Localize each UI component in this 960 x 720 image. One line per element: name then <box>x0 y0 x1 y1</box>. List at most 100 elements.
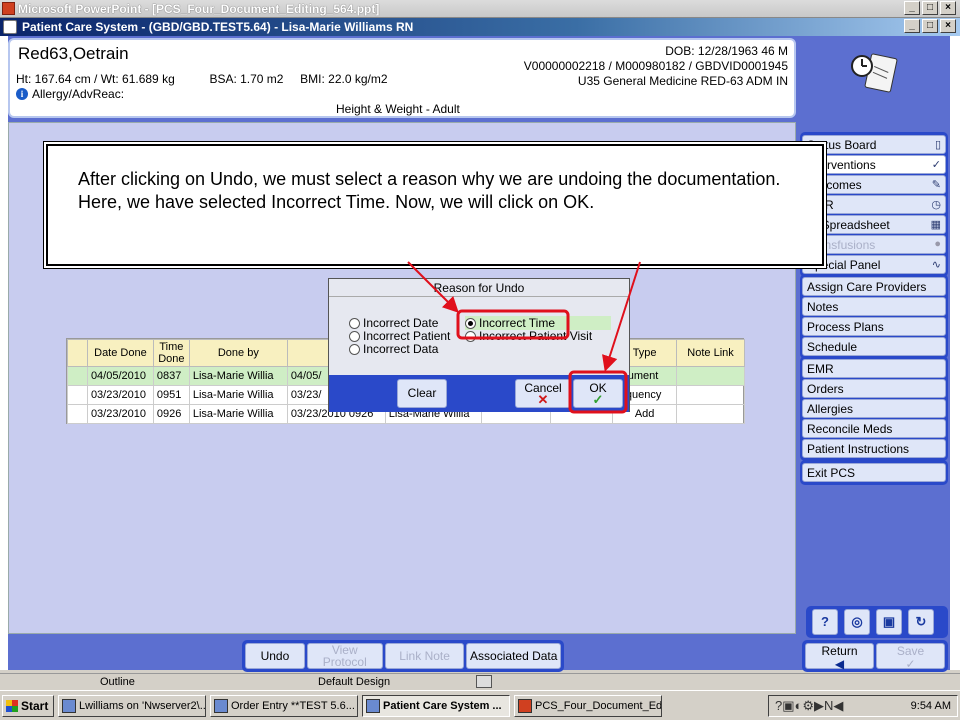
radio-incorrect-patient-visit[interactable]: Incorrect Patient Visit <box>465 329 592 343</box>
dialog-title: Reason for Undo <box>329 279 629 297</box>
search-globe-icon[interactable]: ◎ <box>844 609 870 635</box>
clear-button[interactable]: Clear <box>397 379 447 408</box>
taskbar-label: PCS_Four_Document_Ed... <box>535 700 662 712</box>
patient-identifiers: DOB: 12/28/1963 46 M V00000002218 / M000… <box>524 44 788 89</box>
taskbar-item[interactable]: PCS_Four_Document_Ed... <box>514 695 662 717</box>
navigation-bar: Return ◀ Save ✓ <box>802 640 948 672</box>
cell: 0926 <box>152 404 190 424</box>
reason-for-undo-dialog: Reason for Undo Incorrect Date Incorrect… <box>328 278 630 412</box>
radio-circle[interactable] <box>349 343 360 355</box>
taskbar-label: Patient Care System ... <box>383 700 502 712</box>
taskbar-item[interactable]: Order Entry **TEST 5.6... <box>210 695 358 717</box>
minimize-button[interactable]: _ <box>904 19 920 33</box>
refresh-icon[interactable]: ↻ <box>908 609 934 635</box>
start-button[interactable]: Start <box>2 695 54 717</box>
sidebar-item-exit-pcs[interactable]: Exit PCS <box>802 463 946 482</box>
clock-clipboard-icon <box>851 53 898 93</box>
radio-label: Incorrect Patient Visit <box>479 329 593 343</box>
tray-icons[interactable]: ?▣◐⚙▶N◀ <box>775 696 843 716</box>
close-button[interactable]: × <box>940 19 956 33</box>
sidebar-item-orders[interactable]: Orders <box>802 379 946 398</box>
vitals-line: Ht: 167.64 cm / Wt: 61.689 kg BSA: 1.70 … <box>16 72 388 86</box>
arrow-left-icon: ◀ <box>834 657 845 671</box>
drop-icon: ● <box>934 238 941 250</box>
maximize-button[interactable]: □ <box>922 19 938 33</box>
order-entry-icon <box>214 699 228 713</box>
height-weight: Ht: 167.64 cm / Wt: 61.689 kg <box>16 72 175 86</box>
cell: 0951 <box>152 385 190 405</box>
return-button[interactable]: Return ◀ <box>805 643 874 671</box>
lock-icon[interactable]: ▣ <box>876 609 902 635</box>
section-title: Height & Weight - Adult <box>336 102 460 116</box>
cell: 03/23/2010 <box>86 404 154 424</box>
sidebar-item-schedule[interactable]: Schedule <box>802 337 946 356</box>
radio-circle-selected[interactable] <box>465 317 476 329</box>
windows-taskbar: Start Lwilliams on 'Nwserver2\... Order … <box>0 690 960 720</box>
radio-circle[interactable] <box>465 330 476 342</box>
sidebar-item-notes[interactable]: Notes <box>802 297 946 316</box>
save-button[interactable]: Save ✓ <box>876 643 945 671</box>
link-note-button[interactable]: Link Note <box>384 643 465 669</box>
sidebar-item-process-plans[interactable]: Process Plans <box>802 317 946 336</box>
sidebar-group-records: EMR Orders Allergies Reconcile Meds Pati… <box>800 356 948 461</box>
clock-icon: ◷ <box>931 199 941 211</box>
design-label: Default Design <box>318 676 391 688</box>
allergy-line[interactable]: i Allergy/AdvReac: <box>16 87 124 101</box>
cell: 04/05/2010 <box>86 366 154 386</box>
help-icon[interactable]: ? <box>812 609 838 635</box>
radio-label: Incorrect Patient <box>363 329 451 343</box>
app-icon <box>3 20 17 34</box>
col-header[interactable]: Done by <box>188 339 288 367</box>
right-margin <box>950 36 960 670</box>
cell: 03/23/2010 <box>86 385 154 405</box>
cell <box>676 404 745 424</box>
check-icon: ✓ <box>592 392 604 407</box>
taskbar-item-active[interactable]: Patient Care System ... <box>362 695 510 717</box>
tutorial-callout: After clicking on Undo, we must select a… <box>46 144 824 266</box>
app-title: Patient Care System - (GBD/GBD.TEST5.64)… <box>22 20 414 34</box>
bmi: BMI: 22.0 kg/m2 <box>300 72 388 86</box>
left-margin <box>0 36 8 670</box>
radio-circle[interactable] <box>349 330 360 342</box>
associated-data-button[interactable]: Associated Data <box>466 643 561 669</box>
allergy-label: Allergy/AdvReac: <box>32 87 125 101</box>
cell: 0837 <box>152 366 190 386</box>
powerpoint-title-bar: Microsoft PowerPoint - [PCS_Four_Documen… <box>0 0 960 18</box>
check-icon: ✓ <box>931 159 941 171</box>
radio-incorrect-date[interactable]: Incorrect Date <box>349 316 438 330</box>
pp-maximize-button[interactable]: □ <box>922 1 938 15</box>
view-protocol-button[interactable]: View Protocol <box>306 643 383 669</box>
cancel-button[interactable]: Cancel ✕ <box>515 379 571 408</box>
col-header[interactable]: Note Link <box>676 339 745 367</box>
explorer-icon <box>62 699 76 713</box>
sidebar-item-assign-care-providers[interactable]: Assign Care Providers <box>802 277 946 296</box>
utility-toolbar: ? ◎ ▣ ↻ <box>806 606 948 638</box>
outline-tab[interactable]: Outline <box>100 676 135 688</box>
dob: DOB: 12/28/1963 46 M <box>665 44 788 58</box>
col-header[interactable]: Date Done <box>86 339 154 367</box>
sidebar-item-patient-instructions[interactable]: Patient Instructions <box>802 439 946 458</box>
undo-button[interactable]: Undo <box>245 643 305 669</box>
taskbar-item[interactable]: Lwilliams on 'Nwserver2\... <box>58 695 206 717</box>
radio-incorrect-patient[interactable]: Incorrect Patient <box>349 329 450 343</box>
taskbar-label: Lwilliams on 'Nwserver2\... <box>79 700 206 712</box>
bsa: BSA: 1.70 m2 <box>209 72 284 86</box>
ok-button[interactable]: OK ✓ <box>573 379 623 408</box>
pp-close-button[interactable]: × <box>940 1 956 15</box>
sidebar-group-exit: Exit PCS <box>800 460 948 485</box>
sidebar-item-allergies[interactable]: Allergies <box>802 399 946 418</box>
dialog-button-bar: Clear Cancel ✕ OK ✓ <box>329 375 629 412</box>
pp-minimize-button[interactable]: _ <box>904 1 920 15</box>
pcs-icon <box>366 699 380 713</box>
sidebar-group-providers: Assign Care Providers Notes Process Plan… <box>800 274 948 359</box>
action-bar: Undo View Protocol Link Note Associated … <box>242 640 564 672</box>
radio-circle[interactable] <box>349 317 360 329</box>
radio-incorrect-time[interactable]: Incorrect Time <box>465 316 611 330</box>
sidebar-item-emr[interactable]: EMR <box>802 359 946 378</box>
cell: Lisa-Marie Willia <box>188 385 288 405</box>
info-icon[interactable]: i <box>16 88 28 100</box>
radio-incorrect-data[interactable]: Incorrect Data <box>349 342 438 356</box>
sidebar-item-reconcile-meds[interactable]: Reconcile Meds <box>802 419 946 438</box>
callout-text: After clicking on Undo, we must select a… <box>78 169 781 212</box>
col-header[interactable]: Time Done <box>152 339 190 367</box>
